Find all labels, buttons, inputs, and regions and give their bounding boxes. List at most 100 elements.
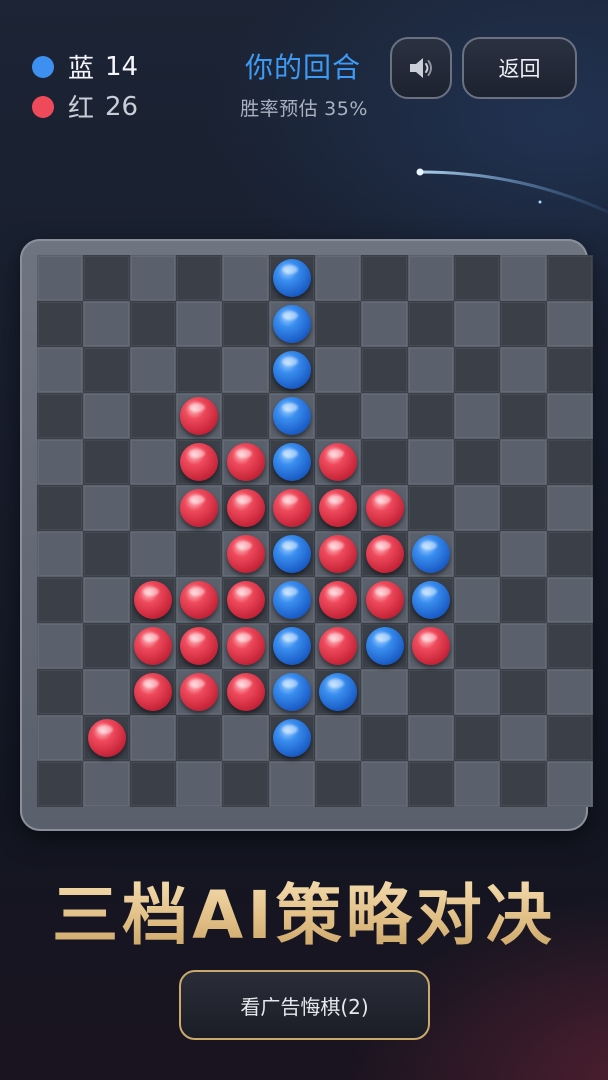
board-cell[interactable] <box>361 301 408 347</box>
board-cell[interactable] <box>37 531 84 577</box>
board-cell[interactable] <box>500 531 547 577</box>
board-cell[interactable] <box>37 715 84 761</box>
board-cell[interactable] <box>129 485 176 531</box>
board-cell[interactable] <box>222 715 269 761</box>
board-cell[interactable] <box>83 761 130 807</box>
board-cell[interactable] <box>129 531 176 577</box>
board-cell[interactable] <box>546 347 593 393</box>
board-cell[interactable] <box>407 761 454 807</box>
board-cell[interactable] <box>129 393 176 439</box>
board-cell[interactable] <box>315 301 362 347</box>
board-cell[interactable] <box>222 255 269 301</box>
board-cell[interactable] <box>176 301 223 347</box>
board-cell[interactable] <box>454 347 501 393</box>
board-cell[interactable] <box>500 715 547 761</box>
board-cell[interactable] <box>454 485 501 531</box>
board-cell[interactable] <box>546 623 593 669</box>
board-cell[interactable] <box>129 715 176 761</box>
board-cell[interactable] <box>407 485 454 531</box>
board-cell[interactable] <box>546 393 593 439</box>
board-cell[interactable] <box>500 669 547 715</box>
board-cell[interactable] <box>83 393 130 439</box>
board-cell[interactable] <box>454 439 501 485</box>
board-cell[interactable] <box>315 255 362 301</box>
board-cell[interactable] <box>454 255 501 301</box>
back-button[interactable]: 返回 <box>462 37 577 99</box>
board-cell[interactable] <box>546 715 593 761</box>
board-cell[interactable] <box>37 623 84 669</box>
board-cell[interactable] <box>361 347 408 393</box>
board-cell[interactable] <box>315 761 362 807</box>
board-cell[interactable] <box>83 485 130 531</box>
board-cell[interactable] <box>315 347 362 393</box>
sound-button[interactable] <box>390 37 452 99</box>
board-cell[interactable] <box>500 485 547 531</box>
board-cell[interactable] <box>37 439 84 485</box>
board-cell[interactable] <box>37 761 84 807</box>
board-cell[interactable] <box>361 439 408 485</box>
board-cell[interactable] <box>129 439 176 485</box>
board-cell[interactable] <box>37 669 84 715</box>
board-cell[interactable] <box>176 761 223 807</box>
board-cell[interactable] <box>361 669 408 715</box>
board-cell[interactable] <box>546 761 593 807</box>
board-cell[interactable] <box>454 669 501 715</box>
board-cell[interactable] <box>361 761 408 807</box>
board-cell[interactable] <box>546 485 593 531</box>
board-cell[interactable] <box>176 347 223 393</box>
board-cell[interactable] <box>454 531 501 577</box>
board-cell[interactable] <box>129 255 176 301</box>
board-cell[interactable] <box>129 301 176 347</box>
board-cell[interactable] <box>407 301 454 347</box>
board-cell[interactable] <box>83 347 130 393</box>
board-cell[interactable] <box>83 577 130 623</box>
board-cell[interactable] <box>222 761 269 807</box>
board-cell[interactable] <box>129 761 176 807</box>
board-cell[interactable] <box>407 715 454 761</box>
board-cell[interactable] <box>222 347 269 393</box>
board-cell[interactable] <box>500 623 547 669</box>
board-cell[interactable] <box>454 761 501 807</box>
board-cell[interactable] <box>546 577 593 623</box>
board-cell[interactable] <box>83 255 130 301</box>
board-cell[interactable] <box>83 301 130 347</box>
board-cell[interactable] <box>315 715 362 761</box>
board-cell[interactable] <box>176 531 223 577</box>
board-cell[interactable] <box>83 669 130 715</box>
board-cell[interactable] <box>454 715 501 761</box>
board-cell[interactable] <box>83 439 130 485</box>
board-cell[interactable] <box>407 439 454 485</box>
board-cell[interactable] <box>500 255 547 301</box>
board-cell[interactable] <box>546 301 593 347</box>
board-cell[interactable] <box>361 715 408 761</box>
board-cell[interactable] <box>546 255 593 301</box>
board-cell[interactable] <box>37 577 84 623</box>
board-cell[interactable] <box>500 393 547 439</box>
board-cell[interactable] <box>315 393 362 439</box>
board-cell[interactable] <box>129 347 176 393</box>
board-cell[interactable] <box>546 669 593 715</box>
board-cell[interactable] <box>500 301 547 347</box>
board-cell[interactable] <box>37 255 84 301</box>
board-cell[interactable] <box>454 577 501 623</box>
board-cell[interactable] <box>500 761 547 807</box>
board-cell[interactable] <box>37 393 84 439</box>
board-cell[interactable] <box>361 393 408 439</box>
board-cell[interactable] <box>407 347 454 393</box>
board-cell[interactable] <box>546 531 593 577</box>
board-cell[interactable] <box>222 301 269 347</box>
board-cell[interactable] <box>500 439 547 485</box>
board-cell[interactable] <box>361 255 408 301</box>
board-cell[interactable] <box>222 393 269 439</box>
board-cell[interactable] <box>83 623 130 669</box>
board-cell[interactable] <box>500 347 547 393</box>
board-cell[interactable] <box>37 301 84 347</box>
undo-ad-button[interactable]: 看广告悔棋(2) <box>179 970 430 1040</box>
board-cell[interactable] <box>268 761 315 807</box>
board-cell[interactable] <box>546 439 593 485</box>
board-cell[interactable] <box>454 623 501 669</box>
board-cell[interactable] <box>407 393 454 439</box>
board-cell[interactable] <box>83 531 130 577</box>
board-cell[interactable] <box>407 669 454 715</box>
board-cell[interactable] <box>454 301 501 347</box>
